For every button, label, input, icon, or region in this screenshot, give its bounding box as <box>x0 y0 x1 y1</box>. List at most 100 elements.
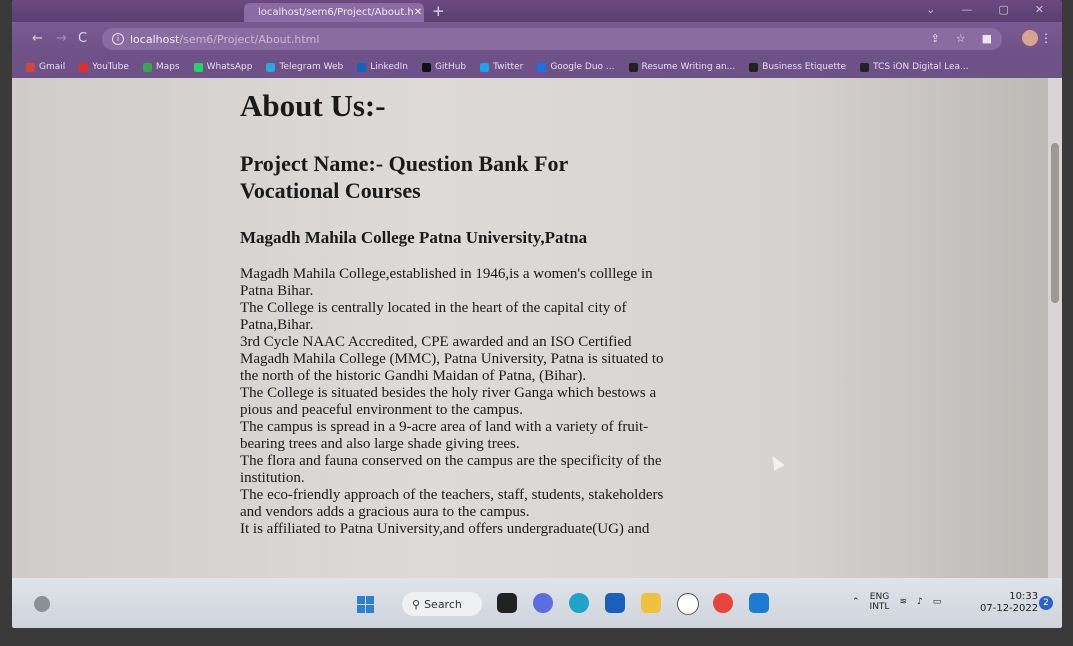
bookmark-label: Twitter <box>493 62 524 72</box>
widgets-icon[interactable] <box>34 596 50 612</box>
clock-date: 07-12-2022 <box>980 603 1039 614</box>
description-line: The College is centrally located in the … <box>240 300 627 316</box>
close-icon[interactable]: ✕ <box>1035 3 1044 16</box>
side-panel-icon[interactable]: ■ <box>982 32 992 45</box>
bookmark-label: Google Duo ... <box>550 62 615 72</box>
description-line: The eco-friendly approach of the teacher… <box>240 487 664 503</box>
system-tray: ⌃ ENG INTL ≋ ♪ ▭ <box>852 592 941 612</box>
bookmark-item[interactable]: Gmail <box>26 62 65 72</box>
college-name-heading: Magadh Mahila College Patna University,P… <box>240 228 588 247</box>
clock-time: 10:33 <box>1009 591 1039 602</box>
address-bar[interactable]: i localhost/sem6/Project/About.html <box>102 28 1002 50</box>
language-indicator[interactable]: ENG INTL <box>870 592 890 612</box>
description-line: bearing trees and also large shade givin… <box>240 436 520 452</box>
chevron-up-icon[interactable]: ⌃ <box>852 597 860 607</box>
bookmark-favicon-icon <box>26 62 35 72</box>
description-line: The College is situated besides the holy… <box>240 385 657 401</box>
reload-icon[interactable]: C <box>78 31 87 46</box>
bookmark-item[interactable]: WhatsApp <box>193 62 253 72</box>
bookmark-item[interactable]: Twitter <box>480 62 523 72</box>
windows-start-icon[interactable] <box>357 596 374 613</box>
dell-icon[interactable] <box>677 593 699 615</box>
chat-icon[interactable] <box>533 593 553 613</box>
bookmark-favicon-icon <box>142 62 152 72</box>
bookmark-label: LinkedIn <box>370 62 408 72</box>
bookmark-item[interactable]: Google Duo ... <box>537 62 615 72</box>
bookmark-label: YouTube <box>92 62 129 72</box>
bookmark-item[interactable]: Business Etiquette <box>749 62 846 72</box>
edge-icon[interactable] <box>569 593 589 613</box>
wifi-icon[interactable]: ≋ <box>899 597 907 607</box>
vscode-icon[interactable] <box>749 593 769 613</box>
project-name-heading: Project Name:- Question Bank For Vocatio… <box>240 151 568 203</box>
taskbar-clock[interactable]: 10:33 07-12-2022 <box>980 591 1038 615</box>
chrome-icon[interactable] <box>713 593 733 613</box>
lang-bottom: INTL <box>869 602 890 612</box>
new-tab-icon[interactable]: + <box>432 2 445 20</box>
bookmark-favicon-icon <box>628 62 638 72</box>
bookmark-favicon-icon <box>193 62 203 72</box>
url-host: localhost <box>130 32 180 46</box>
bookmark-label: Maps <box>155 62 180 72</box>
back-arrow-icon[interactable]: ← <box>32 31 43 46</box>
description-line: It is affiliated to Patna University,and… <box>240 521 650 537</box>
bookmark-favicon-icon <box>860 62 870 72</box>
bookmark-label: Gmail <box>39 62 66 72</box>
scrollbar-thumb[interactable] <box>1051 143 1059 303</box>
bookmark-item[interactable]: Telegram Web <box>266 62 343 72</box>
minimize-icon[interactable]: — <box>961 3 972 16</box>
page-scrollbar[interactable] <box>1048 78 1062 578</box>
folder-icon[interactable] <box>641 593 661 613</box>
address-bar-actions: ⇪ ☆ ■ <box>931 32 993 45</box>
bookmark-item[interactable]: GitHub <box>421 62 466 72</box>
bookmark-favicon-icon <box>749 62 759 72</box>
bookmark-item[interactable]: TCS iON Digital Lea... <box>860 62 969 72</box>
tab-active[interactable]: localhost/sem6/Project/About.h ✕ <box>244 3 424 22</box>
tab-close-icon[interactable]: ✕ <box>414 7 422 18</box>
description-line: Magadh Mahila College,established in 194… <box>240 266 653 282</box>
college-description: Magadh Mahila College,established in 194… <box>240 266 700 538</box>
forward-arrow-icon[interactable]: → <box>56 31 67 46</box>
file-explorer-icon[interactable] <box>497 593 517 613</box>
page-title: About Us:- <box>240 88 386 123</box>
search-icon: ⚲ <box>412 597 421 611</box>
bookmark-label: WhatsApp <box>206 62 253 72</box>
monitor-screen: localhost/sem6/Project/About.h ✕ + ⌄ — ▢… <box>12 0 1062 628</box>
description-line: Patna,Bihar. <box>240 317 314 333</box>
bookmark-label: Resume Writing an... <box>641 62 736 72</box>
mail-icon[interactable] <box>605 593 625 613</box>
description-line: The flora and fauna conserved on the cam… <box>240 453 662 469</box>
bookmark-favicon-icon <box>266 62 276 72</box>
description-line: The campus is spread in a 9-acre area of… <box>240 419 649 435</box>
taskbar-search-label: Search <box>424 597 462 611</box>
notification-badge[interactable]: 2 <box>1039 596 1053 610</box>
bookmark-label: Business Etiquette <box>762 62 847 72</box>
bookmark-star-icon[interactable]: ☆ <box>956 32 966 45</box>
bookmark-favicon-icon <box>480 62 490 72</box>
bookmark-favicon-icon <box>357 62 367 72</box>
browser-menu-icon[interactable]: ⋮ <box>1040 31 1052 45</box>
description-line: the north of the historic Gandhi Maidan … <box>240 368 587 384</box>
share-icon[interactable]: ⇪ <box>931 32 940 45</box>
lang-top: ENG <box>869 592 890 602</box>
description-line: pious and peaceful environment to the ca… <box>240 402 523 418</box>
info-icon[interactable]: i <box>112 33 124 45</box>
bookmark-item[interactable]: YouTube <box>79 62 129 72</box>
tab-inactive[interactable] <box>32 3 242 22</box>
volume-icon[interactable]: ♪ <box>917 597 923 607</box>
browser-toolbar: ← → C i localhost/sem6/Project/About.htm… <box>12 22 1062 56</box>
bookmark-favicon-icon <box>79 62 89 72</box>
chevron-down-icon[interactable]: ⌄ <box>926 3 935 16</box>
battery-icon[interactable]: ▭ <box>933 597 942 607</box>
bookmark-item[interactable]: Maps <box>142 62 180 72</box>
taskbar-search[interactable]: ⚲ Search <box>402 592 482 616</box>
bookmarks-bar: Gmail YouTube Maps WhatsApp Telegram Web Link… <box>12 56 1062 78</box>
browser-tab-bar: localhost/sem6/Project/About.h ✕ + ⌄ — ▢… <box>12 0 1062 22</box>
bookmark-item[interactable]: Resume Writing an... <box>628 62 736 72</box>
windows-taskbar: ⚲ Search ⌃ ENG INTL ≋ ♪ ▭ 10:33 07-12-20… <box>12 578 1062 628</box>
description-line: and vendors adds a gracious aura to the … <box>240 504 530 520</box>
bookmark-label: TCS iON Digital Lea... <box>873 62 969 72</box>
bookmark-item[interactable]: LinkedIn <box>357 62 408 72</box>
profile-avatar-icon[interactable] <box>1022 30 1038 46</box>
maximize-icon[interactable]: ▢ <box>998 3 1008 16</box>
